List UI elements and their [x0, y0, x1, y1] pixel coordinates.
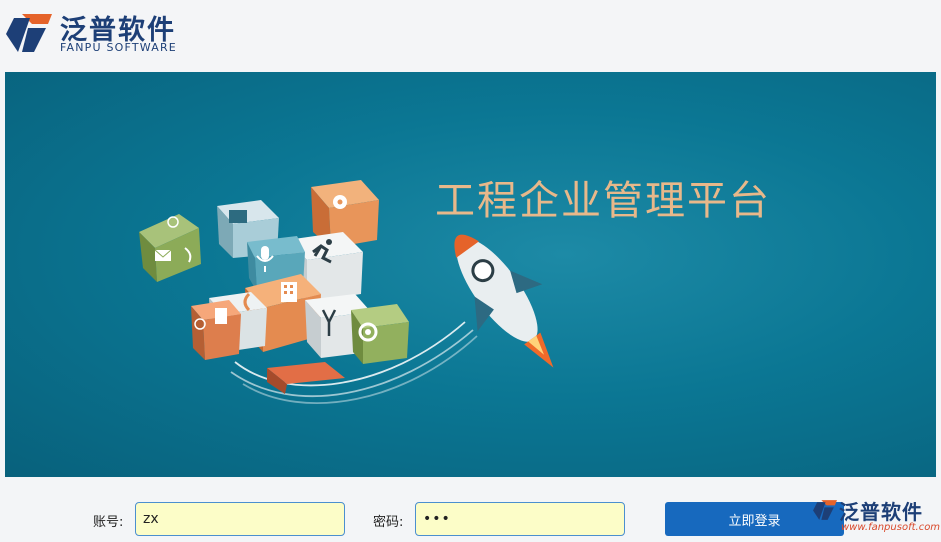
watermark-text: 泛普软件 [839, 500, 923, 524]
login-bar: 账号: 密码: 立即登录 [0, 477, 941, 542]
account-label: 账号: [93, 515, 124, 530]
cube-spinner [351, 304, 409, 364]
watermark-url: www.fanpusoft.com [841, 522, 941, 533]
account-input[interactable] [135, 502, 345, 536]
cube-document [191, 300, 241, 360]
watermark: 泛普软件 www.fanpusoft.com [812, 496, 941, 540]
fanpu-watermark-icon [813, 500, 837, 520]
cube-mail [139, 214, 201, 282]
password-input[interactable] [415, 502, 625, 536]
banner-title: 工程企业管理平台 [435, 178, 771, 224]
logo-text-en: FANPU SOFTWARE [60, 41, 177, 54]
password-label: 密码: [373, 515, 404, 530]
hero-banner: 工程企业管理平台 [5, 72, 936, 477]
cube-shadow [267, 362, 345, 394]
fanpu-logo-icon [6, 14, 52, 52]
banner-illustration [139, 180, 554, 404]
header: 泛普软件 FANPU SOFTWARE [0, 0, 941, 72]
